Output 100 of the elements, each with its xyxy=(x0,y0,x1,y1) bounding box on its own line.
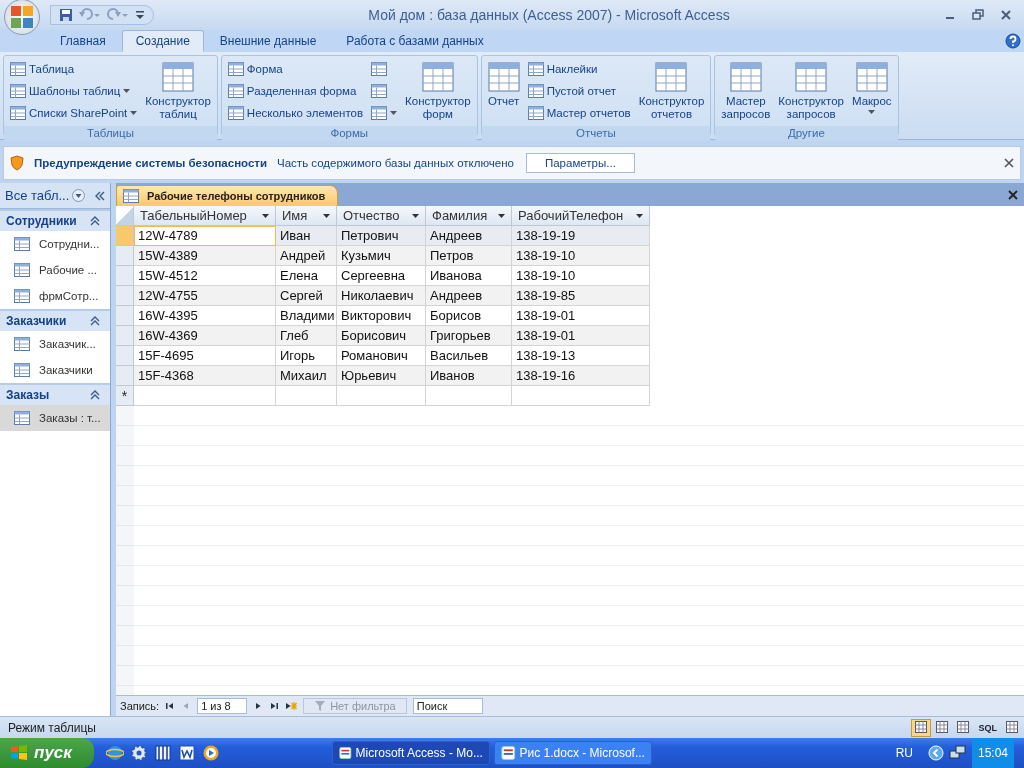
sql-view-button[interactable]: SQL xyxy=(974,718,1001,737)
taskbar-button[interactable]: Рис 1.docx - Microsof... xyxy=(493,741,652,765)
record-position-field[interactable]: 1 из 8 xyxy=(197,698,248,714)
ribbon-button[interactable]: Пустой отчет xyxy=(525,83,633,99)
grid-icon xyxy=(14,363,30,377)
caret-icon xyxy=(636,213,643,218)
column-header[interactable]: Отчество xyxy=(337,206,426,226)
ribbon-tab[interactable]: Внешние данные xyxy=(205,30,331,52)
collapse-icon[interactable] xyxy=(94,190,106,201)
close-icon[interactable] xyxy=(1008,189,1018,200)
customize-icon[interactable] xyxy=(135,8,145,22)
gear-icon[interactable] xyxy=(129,744,148,762)
nav-item[interactable]: Рабочие ... xyxy=(0,257,110,283)
table-cell: Андреев xyxy=(426,286,512,306)
document-icon[interactable] xyxy=(177,744,196,762)
table-cell: 15F-4695 xyxy=(134,346,276,366)
language-indicator[interactable]: RU xyxy=(895,746,923,760)
ribbon-button[interactable]: Таблица xyxy=(8,61,140,77)
table-cell: 138-19-13 xyxy=(512,346,650,366)
caret-icon xyxy=(412,213,419,218)
new-record-icon[interactable] xyxy=(285,701,298,711)
ribbon-button[interactable]: Конструктор таблиц xyxy=(143,58,213,124)
ribbon-button[interactable]: Макрос xyxy=(849,58,894,124)
expand-tray-icon[interactable] xyxy=(927,745,944,761)
globe-icon[interactable] xyxy=(105,744,124,762)
group-title: Заказы xyxy=(6,388,50,402)
first-record-icon[interactable] xyxy=(165,701,176,711)
icon-button[interactable] xyxy=(369,105,400,121)
grid-icon xyxy=(527,62,544,76)
nav-group-header[interactable]: Сотрудники xyxy=(0,209,110,231)
ribbon-button[interactable]: Отчет xyxy=(485,58,522,124)
table-cell[interactable] xyxy=(276,386,337,406)
restore-icon[interactable] xyxy=(972,9,984,21)
ribbon-button[interactable]: Форма xyxy=(225,61,366,77)
ribbon-button[interactable]: Наклейки xyxy=(525,61,633,77)
grid-icon xyxy=(729,61,762,93)
save-icon[interactable] xyxy=(59,8,73,22)
nav-group-header[interactable]: Заказчики xyxy=(0,309,110,331)
table-cell: Петрович xyxy=(337,226,426,246)
view-button[interactable] xyxy=(911,718,932,737)
nav-item[interactable]: Сотрудни... xyxy=(0,231,110,257)
caret-icon xyxy=(262,213,269,218)
taskbar-button[interactable]: Microsoft Access - Mo... xyxy=(331,741,490,765)
table-cell: 16W-4395 xyxy=(134,306,276,326)
new-record-marker: * xyxy=(116,386,134,406)
column-header[interactable]: ТабельныйНомер xyxy=(134,206,276,226)
table-cell: Романович xyxy=(337,346,426,366)
table-cell[interactable] xyxy=(426,386,512,406)
nav-item[interactable]: Заказчик... xyxy=(0,331,110,357)
table-cell: 12W-4789 xyxy=(134,226,276,246)
media-player-icon[interactable] xyxy=(201,744,220,762)
table-cell: Иванова xyxy=(426,266,512,286)
table-cell[interactable] xyxy=(512,386,650,406)
ribbon-button[interactable]: Несколько элементов xyxy=(225,105,366,121)
table-cell: Викторович xyxy=(337,306,426,326)
grid-icon xyxy=(227,62,244,76)
group-title: Формы xyxy=(221,126,477,141)
network-icon[interactable] xyxy=(948,745,967,761)
grid-icon xyxy=(527,84,544,98)
caret-icon xyxy=(130,111,138,115)
ribbon-button[interactable]: Шаблоны таблиц xyxy=(8,83,140,99)
ribbon-button[interactable]: Списки SharePoint xyxy=(8,105,140,121)
last-record-icon[interactable] xyxy=(269,701,280,711)
nav-item[interactable]: Заказы : т... xyxy=(0,405,110,431)
grid-icon xyxy=(123,189,139,203)
help-icon[interactable] xyxy=(1005,33,1021,49)
ribbon-button[interactable]: Мастер запросов xyxy=(719,58,773,124)
column-header[interactable]: РабочийТелефон xyxy=(512,206,650,226)
column-header[interactable]: Фамилия xyxy=(426,206,512,226)
search-field[interactable]: Поиск xyxy=(412,698,483,714)
options-button[interactable]: Параметры... xyxy=(525,153,635,173)
grid-icon xyxy=(527,106,544,120)
nav-item[interactable]: фрмСотр... xyxy=(0,283,110,309)
grid-icon xyxy=(487,61,520,93)
ribbon-button[interactable]: Конструктор запросов xyxy=(776,58,846,124)
group-title: Таблицы xyxy=(4,126,217,141)
document-tab[interactable]: Рабочие телефоны сотрудников xyxy=(116,185,339,206)
close-icon[interactable] xyxy=(1004,158,1014,168)
office-button[interactable] xyxy=(4,0,40,35)
ribbon-button[interactable]: Разделенная форма xyxy=(225,83,366,99)
table-cell[interactable] xyxy=(134,386,276,406)
ribbon-tab[interactable]: Создание xyxy=(121,30,204,52)
table-cell[interactable] xyxy=(337,386,426,406)
column-header[interactable]: Имя xyxy=(276,206,337,226)
ribbon-button[interactable]: Конструктор отчетов xyxy=(636,58,707,124)
start-button[interactable]: пуск xyxy=(0,738,94,768)
nav-group-header[interactable]: Заказы xyxy=(0,383,110,405)
ribbon-tab[interactable]: Работа с базами данных xyxy=(332,30,498,52)
nav-item[interactable]: Заказчики xyxy=(0,357,110,383)
close-icon[interactable] xyxy=(1000,9,1012,21)
grid-icon xyxy=(10,106,26,120)
table-cell: Иван xyxy=(276,226,337,246)
caret-icon xyxy=(390,111,398,115)
table-cell: 12W-4755 xyxy=(134,286,276,306)
record-label: Запись: xyxy=(120,700,160,712)
grid-icon xyxy=(14,337,30,351)
ribbon-tab[interactable]: Главная xyxy=(46,30,120,52)
ribbon-button[interactable]: Мастер отчетов xyxy=(525,105,633,121)
ribbon-button[interactable]: Конструктор форм xyxy=(403,58,473,124)
table-cell: 138-19-10 xyxy=(512,266,650,286)
